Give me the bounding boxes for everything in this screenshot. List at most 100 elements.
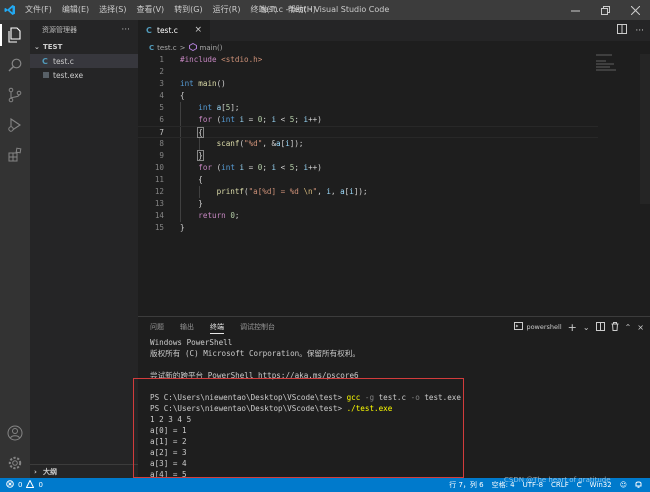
cursor-position[interactable]: 行 7，列 6	[449, 480, 483, 490]
sidebar-title: 资源管理器	[42, 26, 77, 34]
c-file-icon: C	[149, 43, 155, 52]
code-line-current: 7 {	[138, 126, 598, 138]
breadcrumb-separator: >	[179, 43, 186, 52]
new-terminal-icon[interactable]: +	[568, 321, 577, 334]
outline-label: 大纲	[43, 467, 57, 476]
code-line: 15}	[154, 223, 185, 232]
code-line: 14 return 0;	[154, 211, 240, 220]
error-count: 0	[18, 481, 23, 489]
menu-file[interactable]: 文件(F)	[20, 0, 57, 20]
editor-tabs: C test.c × ···	[138, 20, 650, 41]
folder-label: TEST	[43, 43, 63, 51]
close-panel-icon[interactable]: ×	[637, 323, 644, 332]
code-line: 4{	[159, 91, 185, 100]
terminal-command: ./test.exe	[346, 404, 393, 413]
tab-terminal[interactable]: 终端	[210, 317, 224, 337]
file-item-test-c[interactable]: C test.c	[30, 54, 138, 68]
terminal-line: Windows PowerShell	[150, 338, 233, 347]
tab-debug-console[interactable]: 调试控制台	[240, 317, 275, 337]
more-actions-icon[interactable]: ···	[635, 26, 644, 36]
terminal-line: a[1] = 2	[150, 437, 187, 446]
window-controls	[560, 0, 650, 20]
tab-test-c[interactable]: C test.c ×	[138, 20, 210, 41]
more-actions-icon[interactable]: ···	[121, 25, 130, 35]
terminal-command-line: PS C:\Users\niewentao\Desktop\VScode\tes…	[150, 392, 640, 403]
code-line: 11 {	[154, 175, 203, 184]
editor-scrollbar[interactable]	[640, 54, 650, 204]
breadcrumb-file[interactable]: test.c	[157, 44, 177, 52]
minimap[interactable]	[596, 54, 636, 84]
file-label: test.exe	[53, 70, 84, 80]
menu-run[interactable]: 运行(R)	[208, 0, 246, 20]
trash-icon[interactable]	[611, 321, 619, 333]
menu-edit[interactable]: 编辑(E)	[57, 0, 94, 20]
chevron-right-icon: ›	[34, 467, 37, 476]
menu-go[interactable]: 转到(G)	[169, 0, 207, 20]
explorer-icon[interactable]	[0, 20, 30, 50]
code-line: 12 printf("a[%d] = %d \n", i, a[i]);	[154, 187, 368, 196]
minimize-icon[interactable]	[560, 0, 590, 20]
close-tab-icon[interactable]: ×	[194, 25, 202, 35]
file-label: test.c	[53, 56, 74, 66]
tab-problems[interactable]: 问题	[150, 317, 164, 337]
account-icon[interactable]	[0, 418, 30, 448]
code-line: 9 }	[159, 150, 204, 161]
terminal-flag: -g	[360, 393, 375, 402]
close-window-icon[interactable]	[620, 0, 650, 20]
search-icon[interactable]	[0, 50, 30, 80]
terminal-name: powershell	[526, 323, 562, 331]
folder-test[interactable]: ⌄ TEST	[30, 40, 138, 54]
bottom-panel: 问题 输出 终端 调试控制台 powershell + ⌄ ⌃ × Window…	[138, 316, 650, 490]
run-debug-icon[interactable]	[0, 110, 30, 140]
terminal-line: a[0] = 1	[150, 426, 187, 435]
terminal-arg: test.exe	[419, 393, 461, 402]
extensions-icon[interactable]	[0, 140, 30, 170]
terminal-prompt: PS C:\Users\niewentao\Desktop\VScode\tes…	[150, 393, 347, 402]
menu-bar: 文件(F) 编辑(E) 选择(S) 查看(V) 转到(G) 运行(R) 终端(T…	[20, 0, 321, 20]
menu-help[interactable]: 帮助(H)	[283, 0, 321, 20]
exe-file-icon	[42, 71, 53, 79]
terminal-line: a[2] = 3	[150, 448, 187, 457]
editor-actions: ···	[617, 20, 644, 41]
split-terminal-icon[interactable]	[595, 321, 605, 333]
c-file-icon: C	[146, 26, 152, 35]
terminal-line: a[3] = 4	[150, 459, 187, 468]
terminal-command-line: PS C:\Users\niewentao\Desktop\VScode\tes…	[150, 403, 640, 414]
source-control-icon[interactable]	[0, 80, 30, 110]
menu-view[interactable]: 查看(V)	[131, 0, 169, 20]
terminal-output[interactable]: Windows PowerShell 版权所有 (C) Microsoft Co…	[150, 337, 640, 491]
problems-status[interactable]: 0 0	[0, 479, 43, 490]
breadcrumb-symbol[interactable]: main()	[200, 44, 223, 52]
terminal-icon	[514, 322, 524, 332]
menu-terminal[interactable]: 终端(T)	[245, 0, 282, 20]
c-file-icon: C	[42, 56, 48, 66]
code-line: 10 for (int i = 0; i < 5; i++)	[154, 163, 322, 172]
tab-output[interactable]: 输出	[180, 317, 194, 337]
code-editor[interactable]: 1 #include <stdio.h> 2 3 int main() 4{ 5 i…	[138, 54, 598, 314]
file-item-test-exe[interactable]: test.exe	[30, 68, 138, 82]
restore-icon[interactable]	[590, 0, 620, 20]
tab-label: test.c	[157, 26, 178, 35]
terminal-flag: -o	[406, 393, 420, 402]
menu-selection[interactable]: 选择(S)	[94, 0, 131, 20]
sidebar-header: 资源管理器 ···	[30, 20, 138, 40]
code-line: 5 int a[5];	[159, 103, 240, 112]
split-editor-icon[interactable]	[617, 24, 628, 37]
outline-section[interactable]: › 大纲	[30, 464, 138, 478]
feedback-icon[interactable]: ☺	[620, 481, 627, 489]
panel-actions: powershell + ⌄ ⌃ ×	[514, 317, 644, 337]
notifications-icon[interactable]	[635, 480, 642, 490]
settings-gear-icon[interactable]	[0, 448, 30, 478]
code-line: 1 #include <stdio.h>	[159, 55, 263, 64]
terminal-line: 1 2 3 4 5	[150, 415, 192, 424]
chevron-down-icon[interactable]: ⌄	[583, 323, 590, 332]
terminal-selector[interactable]: powershell	[514, 322, 562, 332]
maximize-panel-icon[interactable]: ⌃	[625, 323, 632, 332]
explorer-sidebar: 资源管理器 ··· ⌄ TEST C test.c test.exe › 大纲	[30, 20, 138, 478]
code-line: 6 for (int i = 0; i < 5; i++)	[159, 115, 322, 124]
error-icon	[6, 480, 14, 490]
code-line: 8 scanf("%d", &a[i]);	[159, 139, 304, 148]
code-line: 2	[159, 67, 164, 76]
